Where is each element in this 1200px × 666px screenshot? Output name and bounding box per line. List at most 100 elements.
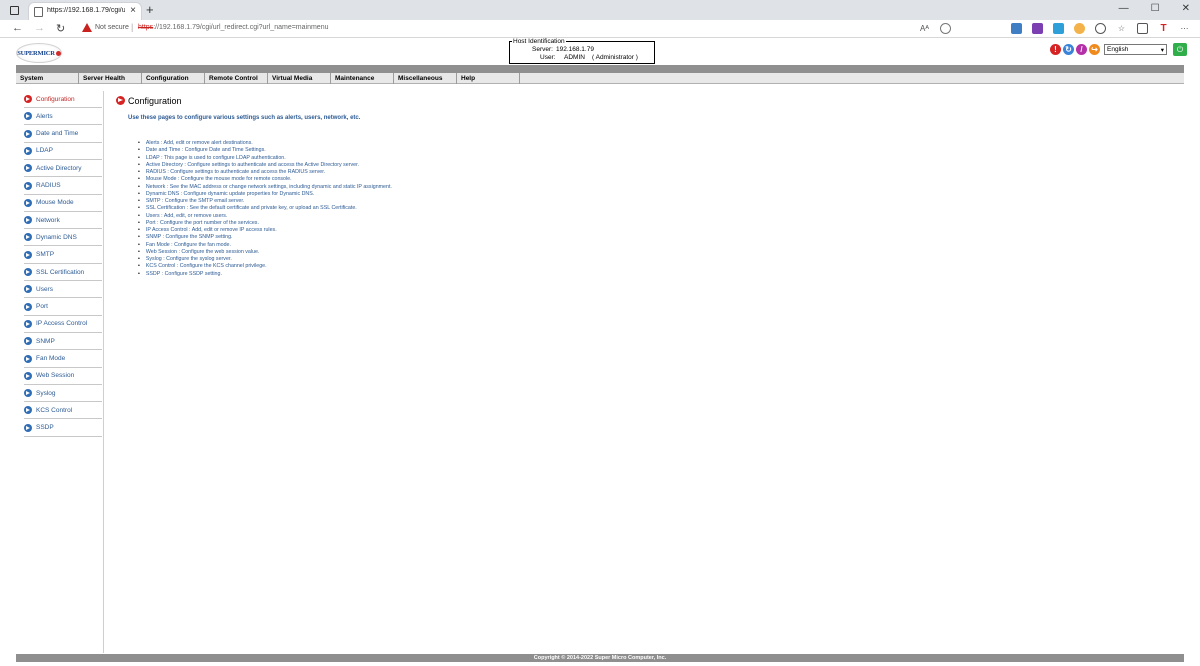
feature-list-item: Port : Configure the port number of the … (138, 220, 392, 227)
menu-maintenance[interactable]: Maintenance (331, 73, 394, 84)
sidebar-item[interactable]: Alerts (24, 108, 102, 126)
browser-tab-bar: https://192.168.1.79/cgi/url_redi × + — … (0, 0, 1200, 20)
url-path: ://192.168.1.79/cgi/url_redirect.cgi?url… (153, 24, 329, 31)
warning-icon[interactable] (82, 23, 92, 32)
sidebar-item-label: Users (36, 285, 53, 293)
sidebar-item-label: Mouse Mode (36, 199, 74, 207)
sidebar-item-label: Dynamic DNS (36, 233, 77, 241)
sun-extension-icon[interactable] (1074, 23, 1085, 34)
feature-list-item: Dynamic DNS : Configure dynamic update p… (138, 191, 392, 198)
read-aloud-icon[interactable]: Aᴬ (919, 23, 930, 34)
sidebar-item[interactable]: Users (24, 281, 102, 299)
forward-arrow-icon[interactable]: → (34, 22, 45, 34)
sidebar-item[interactable]: KCS Control (24, 402, 102, 420)
sidebar-item[interactable]: Syslog (24, 385, 102, 403)
sidebar-item-label: SNMP (36, 337, 55, 345)
arrow-circle-icon (24, 95, 32, 103)
arrow-circle-icon (24, 216, 32, 225)
header-band (16, 65, 1184, 73)
page-title: Configuration (128, 96, 182, 106)
settings-icon[interactable] (940, 23, 951, 34)
server-label: Server: (532, 46, 553, 53)
sidebar-item-label: Web Session (36, 372, 75, 380)
arrow-circle-icon (24, 268, 32, 276)
sidebar-item-label: Configuration (36, 95, 75, 103)
url-field[interactable]: https://192.168.1.79/cgi/url_redirect.cg… (138, 24, 329, 31)
sidebar-item-label: Active Directory (36, 164, 82, 172)
page-icon (34, 7, 43, 17)
logo-text: SUPERMICR (17, 49, 55, 57)
menu-help[interactable]: Help (457, 73, 520, 84)
arrow-circle-icon (24, 423, 32, 432)
arrow-circle-icon (24, 146, 32, 155)
sidebar-item-label: Date and Time (36, 130, 79, 138)
feature-list-item: KCS Control : Configure the KCS channel … (138, 263, 392, 270)
power-button[interactable]: ⏻ (1173, 43, 1187, 56)
user-role: ( Administrator ) (592, 54, 638, 61)
sidebar-item[interactable]: Port (24, 299, 102, 316)
sidebar-item-label: Alerts (36, 112, 53, 120)
sidebar-item[interactable]: Network (24, 212, 102, 230)
sidebar-item-label: RADIUS (36, 182, 61, 189)
sidebar-item[interactable]: Mouse Mode (24, 195, 102, 212)
more-menu-icon[interactable]: ⋯ (1179, 23, 1190, 34)
sidebar-item[interactable]: IP Access Control (24, 316, 102, 333)
sidebar-item-label: LDAP (36, 147, 53, 155)
copilot-icon[interactable] (1095, 23, 1106, 34)
sidebar-item-label: Fan Mode (36, 355, 66, 362)
sidebar-item[interactable]: Date and Time (24, 126, 102, 143)
close-window-button[interactable]: ✕ (1182, 3, 1190, 14)
feature-list-item: Web Session : Configure the web session … (138, 249, 392, 256)
sidebar-item[interactable]: LDAP (24, 143, 102, 160)
sidebar-item[interactable]: Web Session (24, 368, 102, 385)
sidebar-item[interactable]: Fan Mode (24, 351, 102, 368)
menu-configuration[interactable]: Configuration (142, 73, 205, 84)
sidebar-item[interactable]: Active Directory (24, 160, 102, 178)
calendar-extension-icon[interactable] (1053, 23, 1064, 34)
configuration-arrow-icon (116, 96, 125, 105)
arrow-circle-icon (24, 389, 32, 398)
menu-server-health[interactable]: Server Health (79, 73, 142, 84)
feature-list-item: Mouse Mode : Configure the mouse mode fo… (138, 176, 392, 183)
onenote-icon[interactable] (1032, 23, 1043, 34)
collections-icon[interactable] (1137, 23, 1148, 34)
sidebar-item-label: Network (36, 216, 60, 224)
refresh-page-icon[interactable]: ↻ (1063, 44, 1074, 55)
favorites-icon[interactable]: ☆ (1116, 23, 1127, 34)
menu-system[interactable]: System (16, 73, 79, 84)
browser-extensions: Aᴬ ☆ T ⋯ (919, 23, 1190, 34)
back-arrow-icon[interactable]: ← (12, 22, 23, 34)
refresh-icon[interactable]: ↻ (56, 22, 65, 35)
language-select[interactable]: English ▾ (1104, 44, 1167, 55)
arrow-circle-icon (24, 354, 32, 363)
browser-tab[interactable]: https://192.168.1.79/cgi/url_redi × (28, 2, 142, 20)
menu-virtual-media[interactable]: Virtual Media (268, 73, 331, 84)
feature-list-item: LDAP : This page is used to configure LD… (138, 155, 392, 162)
sidebar-item[interactable]: Dynamic DNS (24, 229, 102, 247)
extension-blue-icon[interactable] (1011, 23, 1022, 34)
new-tab-button[interactable]: + (146, 2, 154, 17)
sidebar-item-label: Port (36, 303, 48, 311)
pen-icon[interactable]: / (1076, 44, 1087, 55)
menu-miscellaneous[interactable]: Miscellaneous (394, 73, 457, 84)
menu-remote-control[interactable]: Remote Control (205, 73, 268, 84)
sidebar: Configuration Alerts Date and Time LDAP Acti… (16, 91, 104, 653)
logout-icon[interactable]: ↪ (1089, 44, 1100, 55)
tab-close-icon[interactable]: × (130, 5, 136, 16)
tab-actions-icon[interactable] (10, 6, 19, 15)
sidebar-item[interactable]: Configuration (24, 91, 102, 108)
sidebar-item[interactable]: SNMP (24, 333, 102, 351)
sidebar-item[interactable]: SSDP (24, 420, 102, 437)
chevron-down-icon: ▾ (1160, 46, 1164, 54)
minimize-button[interactable]: — (1119, 3, 1129, 14)
alert-icon[interactable]: ! (1050, 44, 1061, 55)
sidebar-item[interactable]: SMTP (24, 247, 102, 264)
sidebar-item[interactable]: RADIUS (24, 178, 102, 195)
not-secure-label[interactable]: Not secure (95, 24, 129, 31)
maximize-button[interactable]: ☐ (1151, 3, 1160, 14)
supermicro-logo[interactable]: SUPERMICR (16, 43, 62, 63)
feature-list-item: Fan Mode : Configure the fan mode. (138, 242, 392, 249)
profile-t-icon[interactable]: T (1158, 23, 1169, 34)
sidebar-item[interactable]: SSL Certification (24, 264, 102, 281)
feature-list-item: SSL Certification : See the default cert… (138, 205, 392, 212)
